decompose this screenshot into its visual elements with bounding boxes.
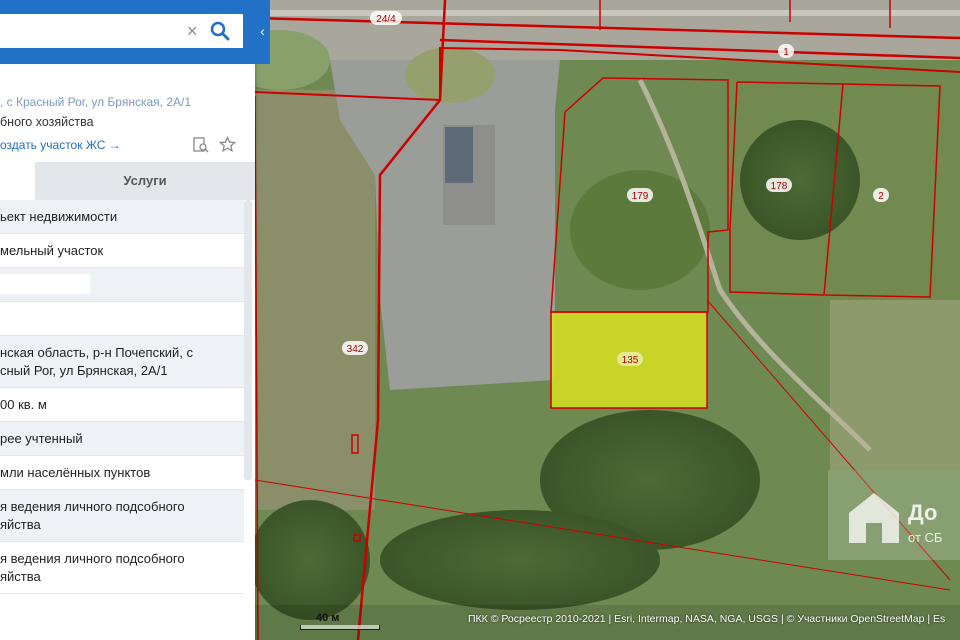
attribute-value: нская область, р-н Почепский, с сный Рог… — [0, 345, 194, 378]
panel-scrollbar[interactable] — [244, 200, 252, 480]
scale-label: 40 м — [316, 612, 340, 624]
logo-watermark — [828, 470, 960, 560]
tab-services[interactable]: Услуги — [35, 162, 255, 200]
parcel-label-1: 1 — [783, 47, 789, 58]
tree-cluster-3 — [740, 120, 860, 240]
object-address: , с Красный Рог, ул Брянская, 2А/1 — [0, 95, 192, 109]
chevron-left-icon[interactable]: ‹ — [255, 14, 270, 48]
search-input[interactable] — [0, 14, 210, 48]
tab-info[interactable] — [0, 162, 35, 200]
label-342: 342 — [342, 341, 368, 355]
attribute-value: я ведения личного подсобного яйства — [0, 499, 185, 532]
parcel-label-24-4: 24/4 — [376, 14, 396, 25]
parcel-label-135: 135 — [622, 355, 639, 366]
attribute-value: рее учтенный — [0, 431, 83, 446]
attribute-row: я ведения личного подсобного яйства — [0, 542, 244, 594]
attribute-row: мли населённых пунктов — [0, 456, 244, 490]
attribute-value: ьект недвижимости — [0, 209, 118, 224]
search-bar: × ‹ — [0, 0, 270, 64]
house-logo-icon — [849, 493, 899, 543]
road-top — [255, 0, 960, 60]
attribute-row — [0, 302, 244, 336]
create-parcel-link[interactable]: оздать участок ЖС → — [0, 138, 121, 152]
map-attribution: ПКК © Росреестр 2010-2021 | Esri, Interm… — [468, 613, 946, 625]
field-left — [255, 90, 375, 510]
road-top-lane — [255, 10, 960, 16]
label-135: 135 — [617, 352, 643, 366]
attribute-value: я ведения личного подсобного яйства — [0, 551, 185, 584]
attribute-row: 00 кв. м — [0, 388, 244, 422]
info-panel: , с Красный Рог, ул Брянская, 2А/1 бного… — [0, 0, 255, 640]
attribute-row: ьект недвижимости — [0, 200, 244, 234]
close-icon[interactable]: × — [187, 20, 198, 42]
attribute-row: я ведения личного подсобного яйства — [0, 490, 244, 542]
hidden-value-field — [0, 274, 90, 294]
attribute-row — [0, 268, 244, 302]
label-2: 2 — [873, 188, 889, 202]
attribute-row: нская область, р-н Почепский, с сный Рог… — [0, 336, 244, 388]
field-right-bottom — [830, 300, 960, 470]
label-1: 1 — [778, 44, 794, 58]
object-purpose: бного хозяйства — [0, 115, 94, 129]
parcel-label-179: 179 — [632, 191, 649, 202]
tree-cluster-4 — [250, 500, 370, 620]
attribute-value: мельный участок — [0, 243, 104, 258]
tab-bar: Услуги — [0, 162, 255, 200]
scale-bar — [300, 625, 380, 630]
roundabout-right — [405, 47, 495, 103]
tree-cluster-2 — [380, 510, 660, 610]
attribute-row: рее учтенный — [0, 422, 244, 456]
label-24-4: 24/4 — [370, 11, 402, 25]
document-search-icon[interactable] — [192, 136, 209, 153]
logo-text-line2: от СБ — [908, 530, 943, 545]
parcel-label-2: 2 — [878, 191, 884, 202]
building-roof — [445, 127, 473, 183]
attribute-row: мельный участок — [0, 234, 244, 268]
label-179: 179 — [627, 188, 653, 202]
star-icon[interactable] — [219, 136, 236, 153]
search-icon[interactable] — [208, 19, 232, 43]
attribute-value: 00 кв. м — [0, 397, 47, 412]
parcel-label-178: 178 — [771, 181, 788, 192]
parcel-label-342: 342 — [347, 344, 364, 355]
logo-text-line1: До — [908, 500, 938, 525]
attribute-value: мли населённых пунктов — [0, 465, 151, 480]
label-178: 178 — [766, 178, 792, 192]
attribute-list: ьект недвижимости мельный участок нская … — [0, 200, 244, 594]
